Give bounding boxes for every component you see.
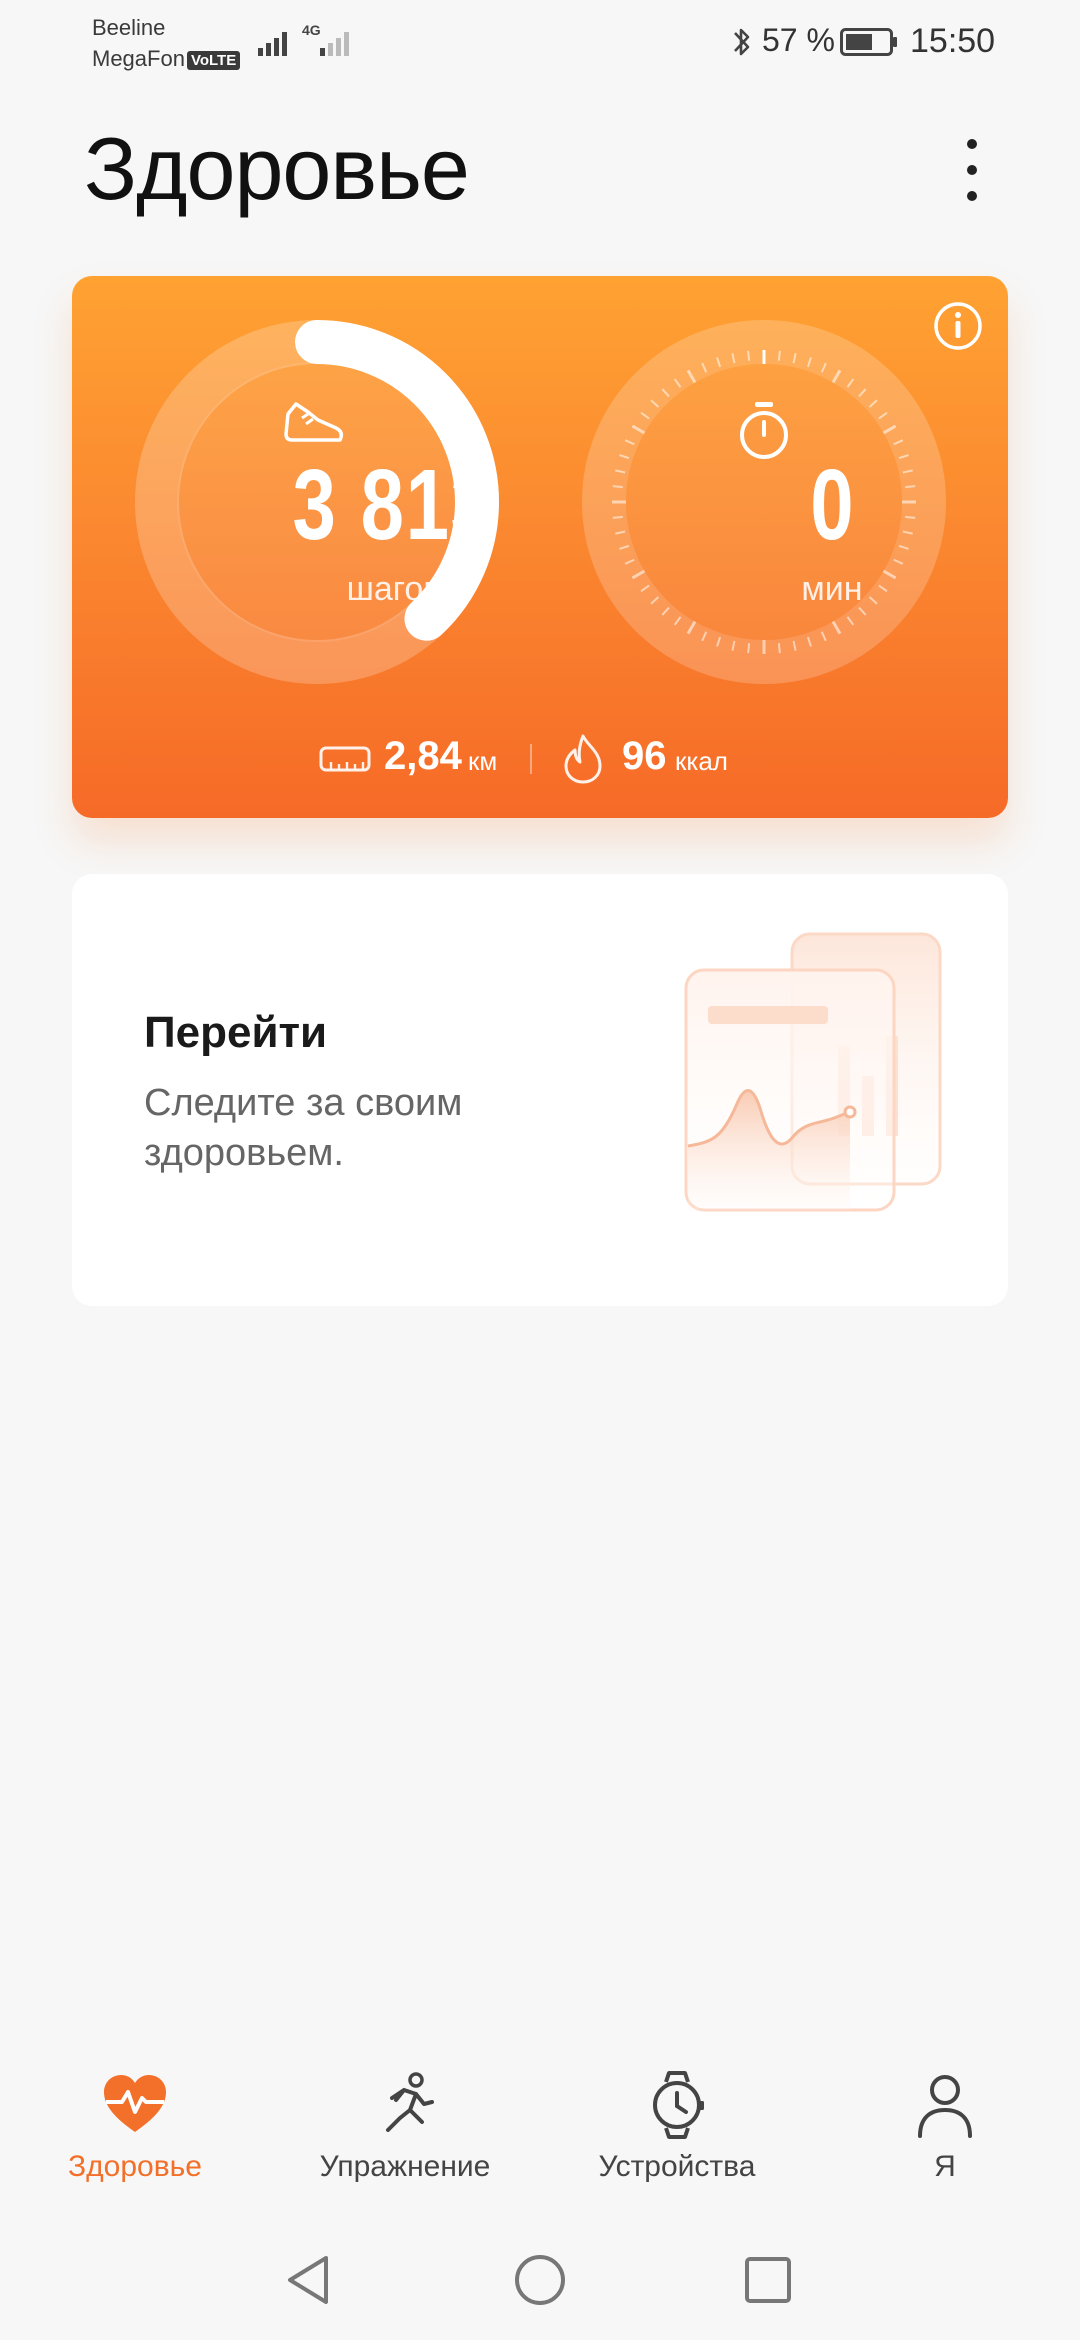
recents-square-icon xyxy=(745,2257,791,2303)
signal-strength-icon xyxy=(258,32,287,56)
minutes-tick xyxy=(612,515,623,519)
minutes-tick xyxy=(747,350,751,361)
bluetooth-icon xyxy=(734,28,750,56)
status-bar: Beeline MegaFon VoLTE 4G 57 % 15:50 xyxy=(0,0,1080,80)
signal-4g-icon: 4G xyxy=(302,22,349,56)
steps-count: 3 813 xyxy=(292,449,496,561)
person-icon xyxy=(918,2075,972,2138)
minutes-tick xyxy=(612,485,623,489)
calories-unit: ккал xyxy=(675,746,728,776)
distance-unit: км xyxy=(468,746,498,776)
flame-icon xyxy=(564,734,602,784)
sneaker-icon xyxy=(284,402,344,442)
system-navigation-bar xyxy=(0,2218,1080,2340)
promo-title: Перейти xyxy=(144,1008,328,1057)
calories-value: 96 xyxy=(622,734,667,778)
nav-item-health[interactable]: Здоровье xyxy=(0,2070,270,2210)
distance-value: 2,84 xyxy=(384,734,462,778)
carrier-info: Beeline MegaFon VoLTE xyxy=(92,12,241,74)
minutes-tick xyxy=(777,350,781,361)
home-circle-icon xyxy=(515,2255,565,2305)
recents-button[interactable] xyxy=(728,2240,808,2320)
health-chart-illustration xyxy=(684,932,942,1212)
ruler-icon xyxy=(319,746,371,772)
info-button[interactable] xyxy=(932,300,984,352)
page-title: Здоровье xyxy=(84,119,470,218)
carrier-2-row: MegaFon VoLTE xyxy=(92,43,241,74)
nav-label-exercise: Упражнение xyxy=(319,2150,491,2183)
volte-badge: VoLTE xyxy=(186,50,241,70)
health-promo-card[interactable]: Перейти Следите за своим здоровьем. xyxy=(72,874,1008,1306)
clock: 15:50 xyxy=(910,22,996,60)
active-minutes-count: 0 xyxy=(810,449,854,561)
back-triangle-icon xyxy=(288,2256,328,2304)
bottom-navigation: Здоровье Упражнение Устройства Я xyxy=(0,2048,1080,2218)
nav-label-devices: Устройства xyxy=(598,2150,756,2183)
carrier-2: MegaFon xyxy=(92,46,185,71)
more-options-button[interactable] xyxy=(948,128,996,212)
stats-divider xyxy=(530,744,532,774)
watch-icon xyxy=(653,2071,704,2139)
minutes-tick xyxy=(777,643,781,654)
nav-item-me[interactable]: Я xyxy=(810,2070,1080,2210)
network-type-label: 4G xyxy=(302,22,321,38)
nav-item-devices[interactable]: Устройства xyxy=(542,2070,812,2210)
carrier-1: Beeline xyxy=(92,15,166,40)
nav-label-health: Здоровье xyxy=(68,2150,202,2183)
home-button[interactable] xyxy=(500,2240,580,2320)
more-vertical-icon xyxy=(967,139,977,201)
minutes-label: мин xyxy=(801,570,863,608)
nav-item-exercise[interactable]: Упражнение xyxy=(270,2070,540,2210)
battery-percent: 57 % xyxy=(762,22,835,58)
minutes-tick xyxy=(747,643,751,654)
running-icon xyxy=(386,2072,434,2132)
activity-stats-row: 2,84 км 96 ккал xyxy=(72,724,1008,788)
nav-label-me: Я xyxy=(934,2150,956,2183)
steps-label: шагов xyxy=(346,570,442,608)
activity-summary-card[interactable]: 3 813 шагов 0 мин 2,84 км 96 ккал xyxy=(72,276,1008,818)
battery-icon xyxy=(840,28,897,56)
heart-pulse-icon xyxy=(104,2075,166,2132)
back-button[interactable] xyxy=(268,2240,348,2320)
promo-subtitle: Следите за своим здоровьем. xyxy=(144,1082,463,1174)
